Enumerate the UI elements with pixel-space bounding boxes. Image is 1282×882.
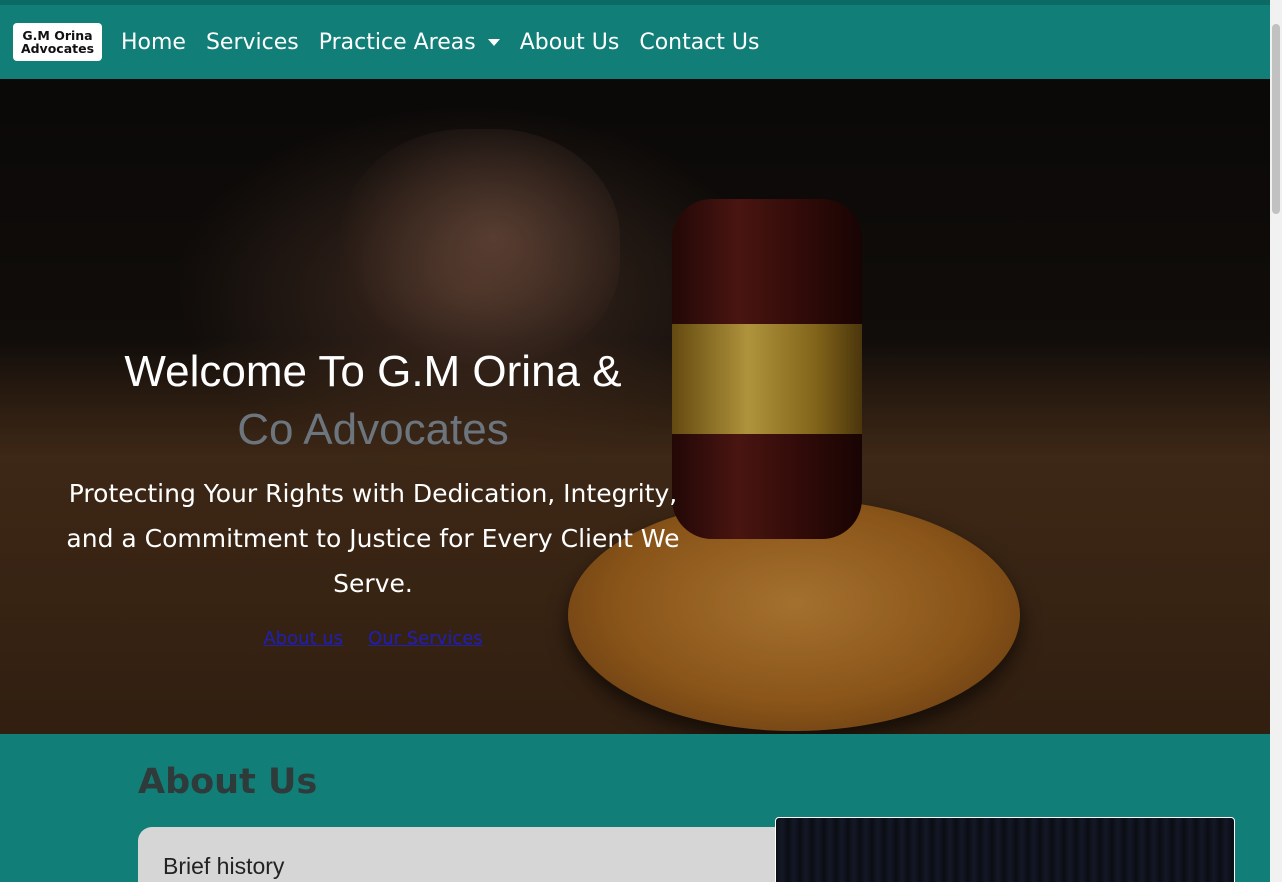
about-heading: About Us [138,762,318,802]
nav-practice-areas[interactable]: Practice Areas [319,30,500,55]
hero-title: Welcome To G.M Orina & Co Advocates [60,343,686,459]
about-section: About Us Brief history [0,734,1270,882]
nav-home[interactable]: Home [121,30,186,55]
nav-contact-us[interactable]: Contact Us [639,30,759,55]
history-card-title: Brief history [163,853,285,879]
scrollbar-thumb[interactable] [1272,24,1280,214]
about-video-image[interactable] [775,817,1235,882]
hero-links: About us Our Services [60,628,686,649]
brand-logo[interactable]: G.M Orina Advocates [13,23,102,61]
hero-title-main: Welcome To G.M Orina & [124,347,622,396]
hero-title-accent: Co Advocates [237,405,509,454]
hero-subtitle: Protecting Your Rights with Dedication, … [66,479,680,598]
brand-line-2: Advocates [20,41,95,56]
nav-services[interactable]: Services [206,30,299,55]
chevron-down-icon [487,38,500,46]
nav-links: Home Services Practice Areas About Us Co… [121,30,779,55]
hero-section: Welcome To G.M Orina & Co Advocates Prot… [0,79,1270,734]
history-card: Brief history [138,827,798,882]
our-services-link[interactable]: Our Services [368,628,483,649]
about-us-link[interactable]: About us [263,628,343,649]
nav-practice-areas-label: Practice Areas [318,29,476,55]
page-scrollbar[interactable] [1270,0,1282,882]
hero-text-block: Welcome To G.M Orina & Co Advocates Prot… [60,343,686,649]
navbar: G.M Orina Advocates Home Services Practi… [0,5,1270,79]
nav-about-us[interactable]: About Us [520,30,620,55]
